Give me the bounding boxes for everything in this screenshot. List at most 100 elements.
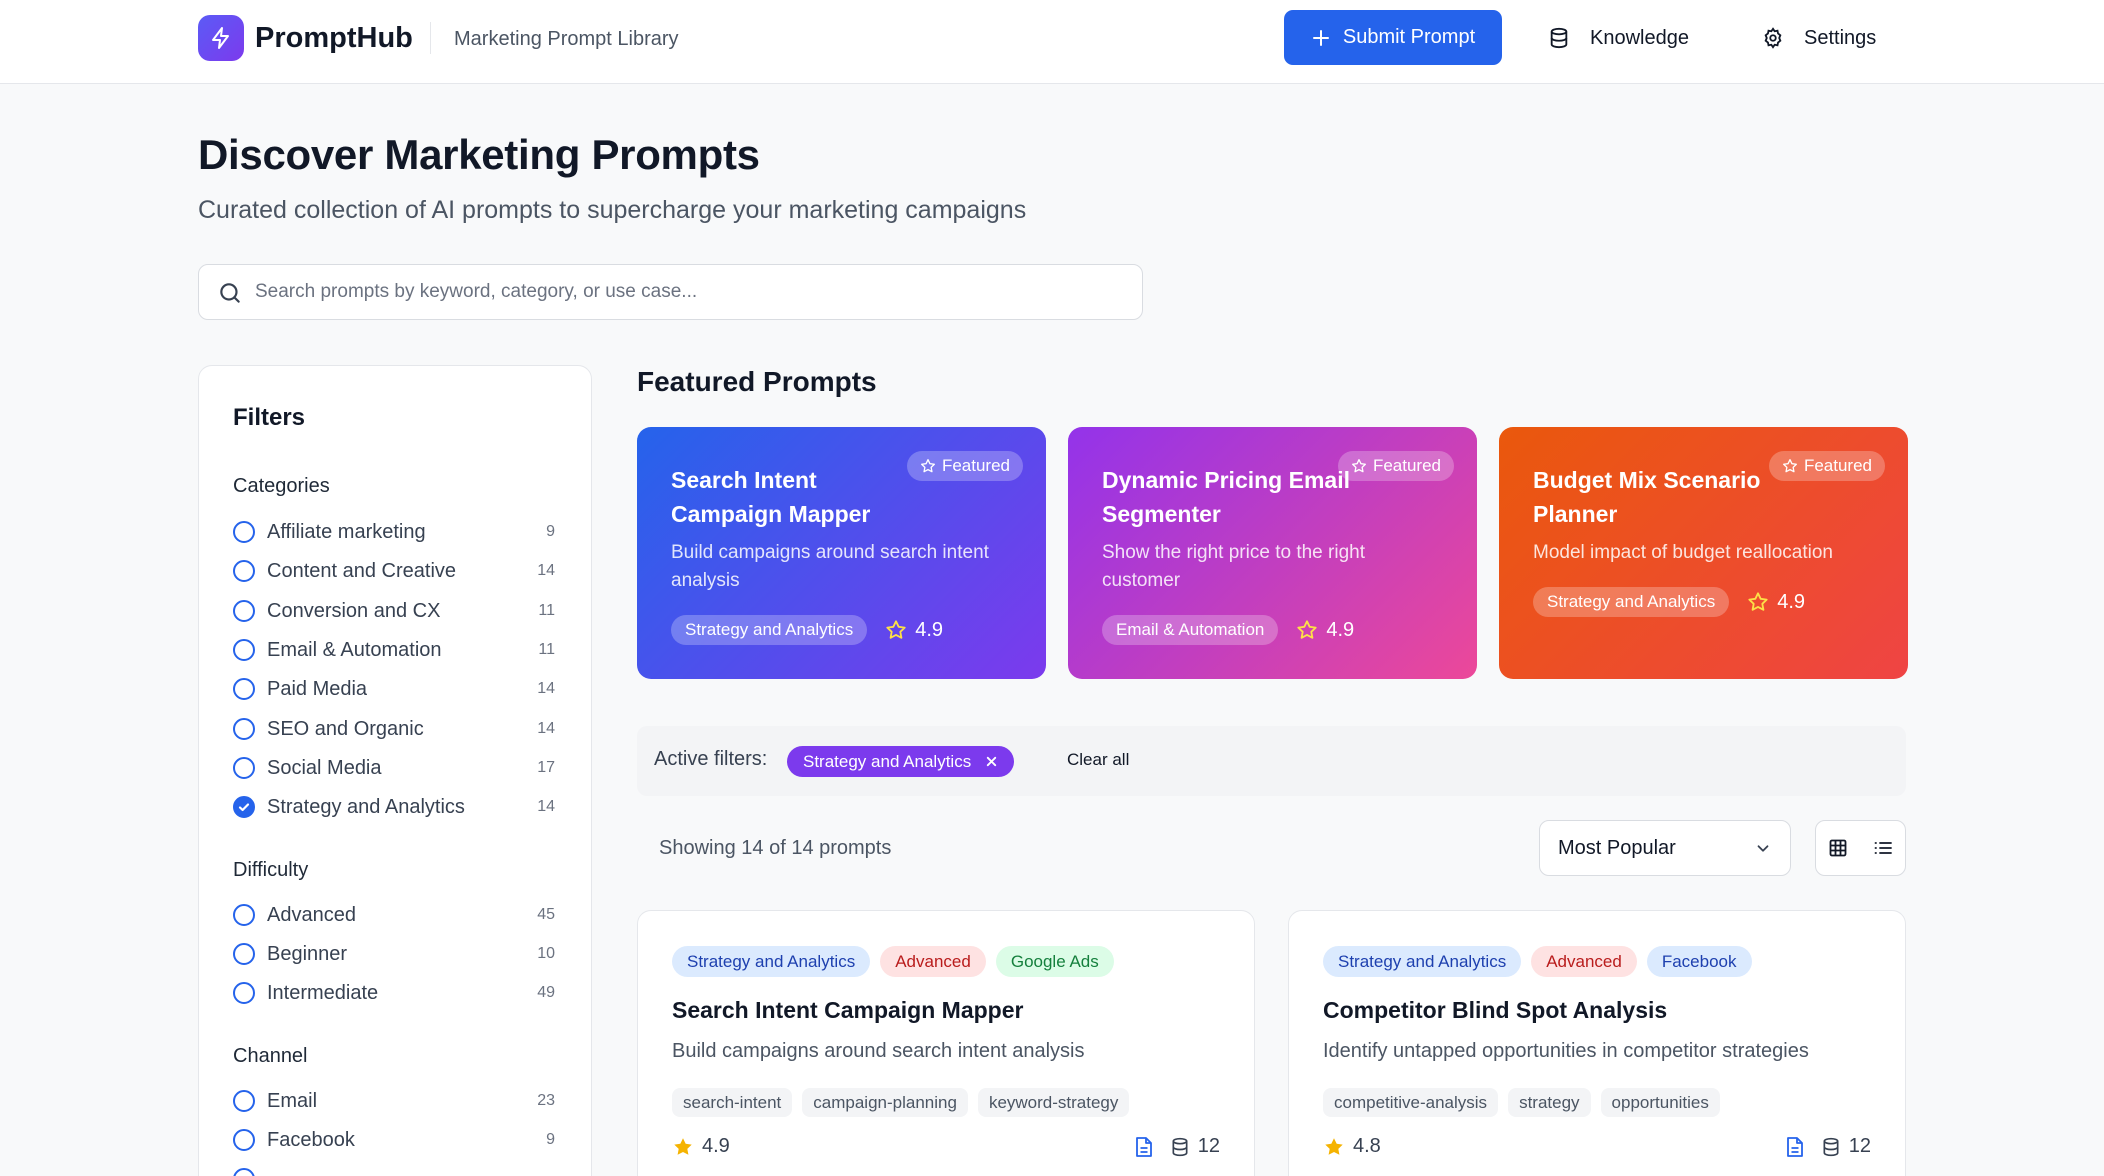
gear-icon [1764,27,1782,49]
category-tag[interactable]: Email & Automation [1102,615,1279,645]
filter-seo-and-organic[interactable]: SEO and Organic 14 [233,712,555,746]
card-description: Identify untapped opportunities in compe… [1323,1040,1809,1062]
database-icon [1172,1137,1188,1156]
filter-paid-media[interactable]: Paid Media 14 [233,672,555,706]
filter-affiliate-marketing[interactable]: Affiliate marketing 9 [233,515,555,549]
radio-button[interactable] [233,560,255,582]
radio-button[interactable] [233,521,255,543]
featured-badge: Featured [1768,451,1885,481]
database-icon [1823,1137,1839,1156]
card-stats: 12 [1134,1135,1220,1158]
star-outline-icon [920,459,935,473]
nav-knowledge[interactable]: Knowledge [1548,14,1689,62]
filter-strategy-and-analytics[interactable]: Strategy and Analytics 14 [233,790,555,824]
document-icon[interactable] [1785,1136,1805,1158]
category-tag[interactable]: Strategy and Analytics [1533,587,1730,617]
filter-count: 11 [538,641,555,658]
brand-divider [430,22,431,54]
filter-conversion-and-cx[interactable]: Conversion and CX 11 [233,594,555,628]
radio-button[interactable] [233,639,255,661]
filters-title: Filters [233,404,306,431]
channel-pill[interactable]: Google Ads [995,946,1114,977]
filter-beginner[interactable]: Beginner 10 [233,937,555,971]
filter-count: 14 [537,680,555,697]
radio-button[interactable] [233,718,255,740]
filter-content-and-creative[interactable]: Content and Creative 14 [233,554,555,588]
rating: 4.9 [1747,591,1805,614]
filter-label: Paid Media [267,677,368,700]
star-outline-icon [886,620,906,639]
category-tag[interactable]: Strategy and Analytics [671,615,868,645]
bolt-icon[interactable] [198,15,244,61]
radio-button[interactable] [233,757,255,779]
star-outline-icon [1748,592,1768,611]
keyword-tag[interactable]: competitive-analysis [1323,1088,1499,1117]
card-tags: Strategy and Analytics Advanced Google A… [672,946,1114,977]
filter-advanced[interactable]: Advanced 45 [233,898,555,932]
filter-count: 23 [537,1092,555,1109]
keyword-tag[interactable]: search-intent [672,1088,793,1117]
featured-card-description: Model impact of budget reallocation [1533,542,1833,563]
list-view-button[interactable] [1861,821,1906,875]
keyword-tag[interactable]: opportunities [1600,1088,1720,1117]
filter-label: Social Media [267,756,382,779]
featured-card[interactable]: Dynamic Pricing Email Segmenter Featured… [1068,427,1477,679]
radio-button[interactable] [233,600,255,622]
featured-badge-label: Featured [1803,456,1872,475]
filter-social-media[interactable]: Social Media 17 [233,751,555,785]
clear-all-button[interactable]: Clear all [1067,750,1129,770]
keyword-tag[interactable]: campaign-planning [802,1088,968,1117]
brand-name[interactable]: PromptHub [255,20,413,56]
grid-icon [1829,839,1847,857]
keyword-tag[interactable]: strategy [1508,1088,1591,1117]
difficulty-pill[interactable]: Advanced [880,946,986,977]
top-header: PromptHub Marketing Prompt Library Submi… [0,0,2104,84]
radio-button[interactable] [233,1129,255,1151]
nav-knowledge-label: Knowledge [1590,26,1689,49]
grid-view-button[interactable] [1816,821,1861,875]
filter-label: Beginner [267,942,348,965]
page-subtitle: Curated collection of AI prompts to supe… [198,196,1027,224]
radio-button[interactable] [233,678,255,700]
featured-card[interactable]: Search Intent Campaign Mapper Featured B… [637,427,1046,679]
filter-next-partial[interactable] [233,1162,555,1176]
rating-value: 4.9 [702,1135,730,1157]
filter-label: Intermediate [267,981,379,1004]
sort-select[interactable]: Most Popular [1539,820,1791,876]
channel-pill[interactable]: Facebook [1646,946,1752,977]
filter-facebook[interactable]: Facebook 9 [233,1123,555,1157]
filter-email-automation[interactable]: Email & Automation 11 [233,633,555,667]
prompt-card[interactable]: Strategy and Analytics Advanced Google A… [637,910,1255,1176]
featured-card[interactable]: Budget Mix Scenario Planner Featured Mod… [1499,427,1908,679]
active-filter-chip[interactable]: Strategy and Analytics [787,746,1015,777]
channel-heading: Channel [233,1045,308,1067]
filter-email[interactable]: Email 23 [233,1084,555,1118]
keyword-tag[interactable]: keyword-strategy [977,1088,1130,1117]
radio-button[interactable] [233,1168,255,1176]
close-icon[interactable] [985,755,998,768]
radio-button-checked[interactable] [233,796,255,818]
category-pill[interactable]: Strategy and Analytics [1323,946,1522,977]
rating: 4.9 [885,619,943,642]
nav-settings[interactable]: Settings [1762,14,1876,62]
search-input[interactable] [255,265,1125,319]
filter-label: Conversion and CX [267,599,441,622]
difficulty-pill[interactable]: Advanced [1531,946,1637,977]
document-icon[interactable] [1134,1136,1154,1158]
usage-count: 12 [1821,1135,1871,1158]
radio-button[interactable] [233,1090,255,1112]
difficulty-heading: Difficulty [233,859,309,881]
prompt-card[interactable]: Strategy and Analytics Advanced Facebook… [1288,910,1906,1176]
category-pill[interactable]: Strategy and Analytics [672,946,871,977]
radio-button[interactable] [233,904,255,926]
view-toggle [1815,820,1906,876]
radio-button[interactable] [233,943,255,965]
filter-label: Strategy and Analytics [267,795,465,818]
active-filters-bar: Active filters: Strategy and Analytics C… [637,726,1906,796]
radio-button[interactable] [233,982,255,1004]
filter-intermediate[interactable]: Intermediate 49 [233,976,555,1010]
filter-label: Email & Automation [267,638,442,661]
submit-prompt-button[interactable]: Submit Prompt [1284,10,1502,65]
filter-count: 11 [538,602,555,619]
star-outline-icon [1351,459,1366,473]
